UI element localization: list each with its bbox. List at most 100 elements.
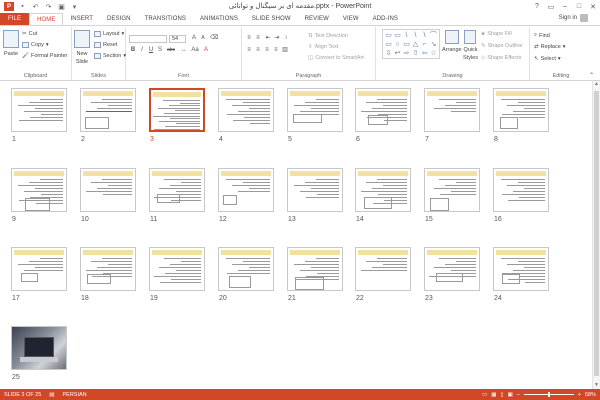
slide-thumbnail[interactable] xyxy=(11,247,67,291)
grow-font-button[interactable]: A xyxy=(190,35,198,42)
slide-thumbnail[interactable] xyxy=(11,88,67,132)
zoom-slider[interactable] xyxy=(523,392,574,397)
zoom-slider-knob[interactable] xyxy=(547,392,550,397)
shape-line-icon[interactable]: \ xyxy=(402,31,411,40)
shape-outline-button[interactable]: ✎ Shape Outline xyxy=(481,43,522,49)
normal-view-icon[interactable]: ▭ xyxy=(482,392,487,398)
slide-thumbnail[interactable] xyxy=(287,247,343,291)
slide-thumbnail[interactable] xyxy=(80,88,136,132)
reset-button[interactable]: Reset xyxy=(94,42,117,48)
slide-thumbnail[interactable] xyxy=(11,168,67,212)
shape-vertical-text-icon[interactable]: ▭ xyxy=(393,31,402,40)
layout-button[interactable]: Layout ▾ xyxy=(94,31,124,37)
proofing-icon[interactable]: ▤ xyxy=(45,392,58,398)
slide-sorter-view-icon[interactable]: ▦ xyxy=(491,392,496,398)
shape-arrow-line-icon[interactable]: \ xyxy=(411,31,420,40)
justify-icon[interactable]: ≡ xyxy=(272,47,280,54)
shape-rounded-rectangle-icon[interactable]: ▭ xyxy=(402,40,411,49)
language-indicator[interactable]: PERSIAN xyxy=(59,392,91,398)
present-icon[interactable]: ▣ xyxy=(57,2,66,11)
scroll-thumb[interactable] xyxy=(594,91,599,376)
slide-thumbnail[interactable] xyxy=(493,168,549,212)
zoom-in-icon[interactable]: + xyxy=(578,392,581,398)
slide-thumbnail[interactable] xyxy=(218,168,274,212)
font-family-select[interactable] xyxy=(129,35,167,43)
underline-button[interactable]: U xyxy=(147,47,155,54)
redo-icon[interactable]: ↷ xyxy=(44,2,53,11)
tab-file[interactable]: FILE xyxy=(0,13,30,25)
shapes-gallery[interactable]: ▭ ▭ \ \ \ ⌒ ▭ ○ ▭ △ ⌐ ↘ ⇩ ↩ ⇨ ⇧ ⇦ ☆ xyxy=(382,29,440,59)
paste-button[interactable]: Paste xyxy=(3,30,19,57)
tab-insert[interactable]: INSERT xyxy=(63,13,100,25)
zoom-level[interactable]: 58% xyxy=(585,392,596,398)
slide-thumbnail[interactable] xyxy=(424,168,480,212)
close-icon[interactable]: ✕ xyxy=(586,0,600,13)
shape-up-arrow-icon[interactable]: ⇧ xyxy=(411,49,420,58)
slide-thumbnail[interactable] xyxy=(149,88,205,132)
slide-thumbnail[interactable] xyxy=(355,168,411,212)
numbering-icon[interactable]: ≡ xyxy=(254,35,262,42)
align-left-icon[interactable]: ≡ xyxy=(245,47,253,54)
shape-triangle-icon[interactable]: △ xyxy=(411,40,420,49)
align-center-icon[interactable]: ≡ xyxy=(254,47,262,54)
align-text-button[interactable]: ⇳ Align Text xyxy=(308,44,338,50)
section-button[interactable]: Section ▾ xyxy=(94,53,126,59)
slide-thumbnail[interactable] xyxy=(493,88,549,132)
slide-thumbnail[interactable] xyxy=(218,88,274,132)
minimize-icon[interactable]: – xyxy=(558,0,572,13)
shape-star-icon[interactable]: ☆ xyxy=(429,49,438,58)
collapse-ribbon-icon[interactable]: ⌃ xyxy=(589,72,594,79)
columns-icon[interactable]: ▥ xyxy=(281,47,289,54)
character-spacing-icon[interactable]: ↔ xyxy=(180,47,188,54)
help-icon[interactable]: ? xyxy=(530,0,544,13)
customize-icon[interactable]: ▾ xyxy=(70,2,79,11)
slide-thumbnail[interactable] xyxy=(355,88,411,132)
shape-uturn-arrow-icon[interactable]: ↩ xyxy=(393,49,402,58)
quick-styles-button[interactable]: Quick Styles xyxy=(463,30,478,61)
slide-thumbnail[interactable] xyxy=(355,247,411,291)
slide-thumbnail[interactable] xyxy=(80,247,136,291)
text-direction-button[interactable]: ⇅ Text Direction xyxy=(308,33,348,39)
shape-curve-icon[interactable]: ⌒ xyxy=(429,31,438,40)
shape-double-arrow-icon[interactable]: \ xyxy=(420,31,429,40)
slide-thumbnail[interactable] xyxy=(149,247,205,291)
font-color-icon[interactable]: A xyxy=(202,47,210,54)
shrink-font-button[interactable]: A xyxy=(199,35,207,42)
shape-diagonal-arrow-icon[interactable]: ↘ xyxy=(429,40,438,49)
bullets-icon[interactable]: ≡ xyxy=(245,35,253,42)
strikethrough-button[interactable]: abc xyxy=(165,47,177,54)
find-button[interactable]: ⌕ Find xyxy=(534,32,550,39)
tab-review[interactable]: REVIEW xyxy=(298,13,336,25)
increase-indent-icon[interactable]: ⇥ xyxy=(273,35,281,42)
slide-thumbnail[interactable] xyxy=(218,247,274,291)
slide-thumbnail[interactable] xyxy=(493,247,549,291)
decrease-indent-icon[interactable]: ⇤ xyxy=(264,35,272,42)
convert-smartart-button[interactable]: ◫ Convert to SmartArt xyxy=(308,55,364,61)
shape-left-arrow-icon[interactable]: ⇦ xyxy=(420,49,429,58)
tab-slide-show[interactable]: SLIDE SHOW xyxy=(245,13,298,25)
slide-thumbnail[interactable] xyxy=(424,88,480,132)
arrange-button[interactable]: Arrange xyxy=(442,30,462,53)
copy-button[interactable]: Copy ▾ xyxy=(22,42,49,48)
zoom-out-icon[interactable]: – xyxy=(517,392,520,398)
tab-view[interactable]: VIEW xyxy=(336,13,366,25)
shadow-button[interactable]: S xyxy=(156,47,164,54)
slide-thumbnail[interactable] xyxy=(80,168,136,212)
slide-thumbnail[interactable] xyxy=(287,168,343,212)
maximize-icon[interactable]: □ xyxy=(572,0,586,13)
scroll-up-icon[interactable]: ▲ xyxy=(593,81,600,88)
shape-fill-button[interactable]: ◈ Shape Fill xyxy=(481,31,512,37)
bold-button[interactable]: B xyxy=(129,47,137,54)
reading-view-icon[interactable]: ▯ xyxy=(500,392,503,398)
tab-animations[interactable]: ANIMATIONS xyxy=(193,13,245,25)
ribbon-display-icon[interactable]: ▭ xyxy=(544,0,558,13)
format-painter-button[interactable]: 🖌 Format Painter xyxy=(22,53,67,59)
sign-in[interactable]: Sign in xyxy=(559,14,588,22)
tab-transitions[interactable]: TRANSITIONS xyxy=(138,13,193,25)
undo-icon[interactable]: ↶ xyxy=(31,2,40,11)
shape-effects-button[interactable]: ◇ Shape Effects xyxy=(481,55,521,61)
line-spacing-icon[interactable]: ↕ xyxy=(282,35,290,42)
font-size-select[interactable]: 54 xyxy=(169,35,186,43)
save-icon[interactable]: ▪ xyxy=(18,2,27,11)
vertical-scrollbar[interactable]: ▲ ▼ xyxy=(592,81,600,389)
